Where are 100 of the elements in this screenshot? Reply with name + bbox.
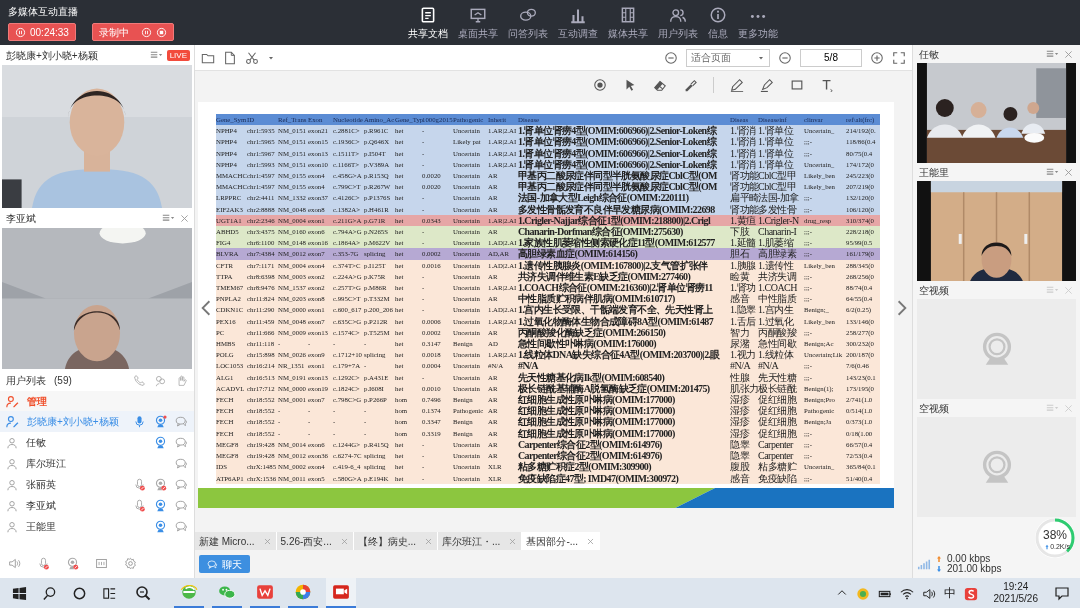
mic-muted-icon[interactable] — [133, 478, 146, 491]
office-icon[interactable] — [256, 583, 274, 601]
close-icon[interactable] — [1063, 166, 1074, 178]
nav-tab[interactable]: 互动调查 — [554, 6, 602, 41]
table-cell: 性腺 — [730, 371, 758, 383]
table-cell: 感音 — [730, 472, 758, 484]
fit-icon[interactable] — [95, 556, 108, 570]
user-row[interactable]: 任敏 — [0, 432, 194, 453]
record-icon[interactable] — [593, 78, 607, 92]
chat-icon[interactable] — [175, 436, 188, 449]
nav-tab[interactable]: 媒体共享 — [604, 6, 652, 41]
notification-icon[interactable] — [1054, 585, 1070, 601]
eraser-icon[interactable] — [653, 78, 667, 92]
chat-icon[interactable] — [175, 478, 188, 491]
hand-icon[interactable] — [175, 373, 188, 387]
messenger-icon[interactable] — [218, 583, 236, 601]
browser-icon[interactable] — [180, 583, 198, 601]
document-tab[interactable]: 新建 Micro... — [195, 532, 277, 550]
task-view-icon[interactable] — [101, 585, 117, 601]
wifi-icon[interactable] — [899, 586, 914, 601]
zoom-out-icon[interactable] — [778, 50, 792, 65]
document-tab[interactable]: 基因部分-... — [522, 532, 601, 550]
close-icon[interactable] — [179, 212, 190, 224]
user-count: (59) — [54, 373, 72, 388]
color-wheel-icon[interactable] — [294, 583, 312, 601]
camera-off-icon[interactable] — [66, 556, 79, 570]
volume-icon[interactable] — [921, 586, 936, 601]
pause-icon[interactable] — [140, 26, 152, 38]
table-cell: 1.隐睾 — [730, 304, 758, 316]
zoom-select[interactable]: 适合页面 — [686, 48, 770, 67]
nav-tab[interactable]: 更多功能 — [734, 9, 782, 41]
tab-icon — [419, 6, 437, 24]
people-icon[interactable] — [154, 373, 167, 387]
document-tab[interactable]: 5.26-西安... — [276, 532, 354, 550]
video-app-icon[interactable] — [332, 583, 350, 601]
document-tab[interactable]: 库尔班江・... — [438, 532, 523, 550]
magnifier-icon[interactable] — [135, 585, 151, 601]
rectangle-icon[interactable] — [790, 78, 804, 92]
user-row[interactable]: 王能里 — [0, 516, 194, 537]
video-title: 李亚斌 — [6, 211, 36, 226]
tab-icon — [569, 6, 587, 24]
live-badge: LIVE — [166, 49, 190, 61]
page-field[interactable]: 5/8 — [800, 48, 862, 67]
table-cell: 急性间歇性卟啉病(OMIM:176000) — [518, 338, 730, 350]
table-cell: 1.线粒体 — [758, 349, 804, 361]
video-title: 彭晓康+刘小晓+杨颖 — [6, 48, 98, 63]
user-row[interactable]: 库尔班江 — [0, 453, 194, 474]
person-icon — [6, 478, 18, 491]
brush-icon[interactable] — [683, 78, 697, 92]
circle-icon[interactable] — [71, 585, 87, 601]
file-icon[interactable] — [223, 50, 237, 65]
pen-icon[interactable] — [730, 78, 744, 92]
start-icon[interactable] — [11, 585, 27, 601]
close-icon[interactable] — [586, 536, 596, 546]
mic-muted-icon[interactable] — [37, 556, 50, 570]
chat-icon[interactable] — [175, 415, 188, 428]
table-cell: 肾功能 — [730, 203, 758, 215]
camera-icon[interactable] — [154, 520, 167, 533]
search-icon[interactable] — [41, 585, 57, 601]
chat-icon[interactable] — [175, 499, 188, 512]
nav-tab[interactable]: 桌面共享 — [454, 6, 502, 41]
table-cell: 1.遗传性胰腺炎(OMIM:167800)|2.支气管扩张伴 — [518, 259, 730, 271]
highlighter-icon[interactable] — [760, 78, 774, 92]
stop-icon[interactable] — [155, 26, 167, 38]
nav-tab[interactable]: 信息 — [704, 6, 732, 41]
document-tab[interactable]: 【终】病史... — [353, 532, 439, 550]
chat-icon[interactable] — [175, 520, 188, 533]
table-cell: 甲基丙二酸尿症伴同型半胱氨酸尿症CblC型(OM — [518, 181, 730, 193]
text-tool-icon[interactable] — [820, 78, 834, 92]
scissors-icon[interactable] — [245, 50, 259, 65]
input-method[interactable]: 中 — [943, 584, 956, 602]
settings-icon[interactable] — [124, 556, 137, 570]
user-list-title: 用户列表 — [6, 373, 46, 388]
fullscreen-icon[interactable] — [892, 50, 906, 65]
table-cell: 1.宫内生长受限、干骺端发育不全、先天性肾上 — [518, 304, 730, 316]
camera-icon[interactable] — [154, 436, 167, 449]
close-icon[interactable] — [1063, 48, 1074, 60]
mic-icon[interactable] — [133, 415, 146, 428]
camera-off-icon[interactable] — [154, 478, 167, 491]
table-cell: 高胆绿素血症(OMIM:614156) — [518, 248, 730, 260]
nav-tab[interactable]: 问答列表 — [504, 6, 552, 41]
user-row[interactable]: 张丽英 — [0, 474, 194, 495]
speaker-icon[interactable] — [8, 556, 21, 570]
nav-tab[interactable]: 用户列表 — [654, 6, 702, 41]
upload-icon — [935, 555, 943, 563]
zoom-out-icon[interactable] — [664, 50, 678, 65]
table-cell: 感音 — [730, 293, 758, 305]
ime-app-icon[interactable] — [963, 586, 978, 601]
chat-icon[interactable] — [175, 457, 188, 470]
tab-icon — [469, 6, 487, 24]
upload-rate: 0.00 kbps — [947, 554, 991, 564]
camera-icon[interactable] — [154, 499, 167, 512]
zoom-in-icon[interactable] — [870, 50, 884, 65]
mic-muted-icon[interactable] — [133, 499, 146, 512]
pause-icon[interactable] — [15, 26, 26, 38]
nav-tab[interactable]: 共享文档 — [404, 6, 452, 41]
table-cell: 智力 — [730, 326, 758, 339]
tray-app-icon[interactable] — [855, 586, 870, 601]
camera-icon[interactable] — [154, 415, 167, 428]
user-row[interactable]: 李亚斌 — [0, 495, 194, 516]
